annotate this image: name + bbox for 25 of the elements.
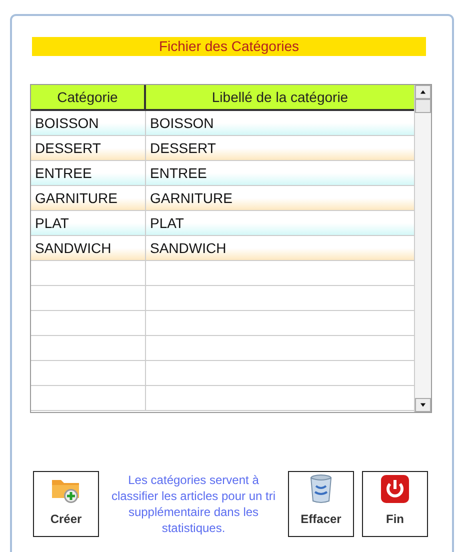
delete-button[interactable]: Effacer bbox=[288, 471, 354, 537]
table-cell: BOISSON bbox=[31, 111, 146, 135]
scroll-up-icon[interactable] bbox=[415, 85, 431, 99]
info-text: Les catégories servent à classifier les articles pour un tri supplémentaire dans les statistiques. bbox=[110, 472, 277, 536]
table-cell-text: ENTREE bbox=[149, 164, 208, 183]
column-header[interactable]: Libellé de la catégorie bbox=[146, 85, 414, 109]
table-cell: DESSERT bbox=[31, 136, 146, 160]
scroll-thumb[interactable] bbox=[415, 99, 431, 113]
trash-icon bbox=[310, 474, 332, 504]
column-header[interactable]: Catégorie bbox=[31, 85, 146, 109]
table-cell-text: PLAT bbox=[149, 214, 185, 233]
power-icon bbox=[380, 474, 410, 504]
table-cell-text: SANDWICH bbox=[149, 239, 228, 258]
form-title: Fichier des Catégories bbox=[32, 37, 426, 56]
table-cell: GARNITURE bbox=[31, 186, 146, 210]
table-cell: PLAT bbox=[31, 211, 146, 235]
scroll-down-icon[interactable] bbox=[415, 398, 431, 412]
create-button[interactable]: Créer bbox=[33, 471, 99, 537]
table-cell: SANDWICH bbox=[31, 236, 146, 260]
table-cell-text: DESSERT bbox=[149, 139, 217, 158]
exit-button[interactable]: Fin bbox=[362, 471, 428, 537]
scrollbar[interactable] bbox=[414, 85, 431, 412]
table-cell: ENTREE bbox=[31, 161, 146, 185]
table-cell-text: GARNITURE bbox=[149, 189, 234, 208]
table-cell-text: BOISSON bbox=[149, 114, 215, 133]
